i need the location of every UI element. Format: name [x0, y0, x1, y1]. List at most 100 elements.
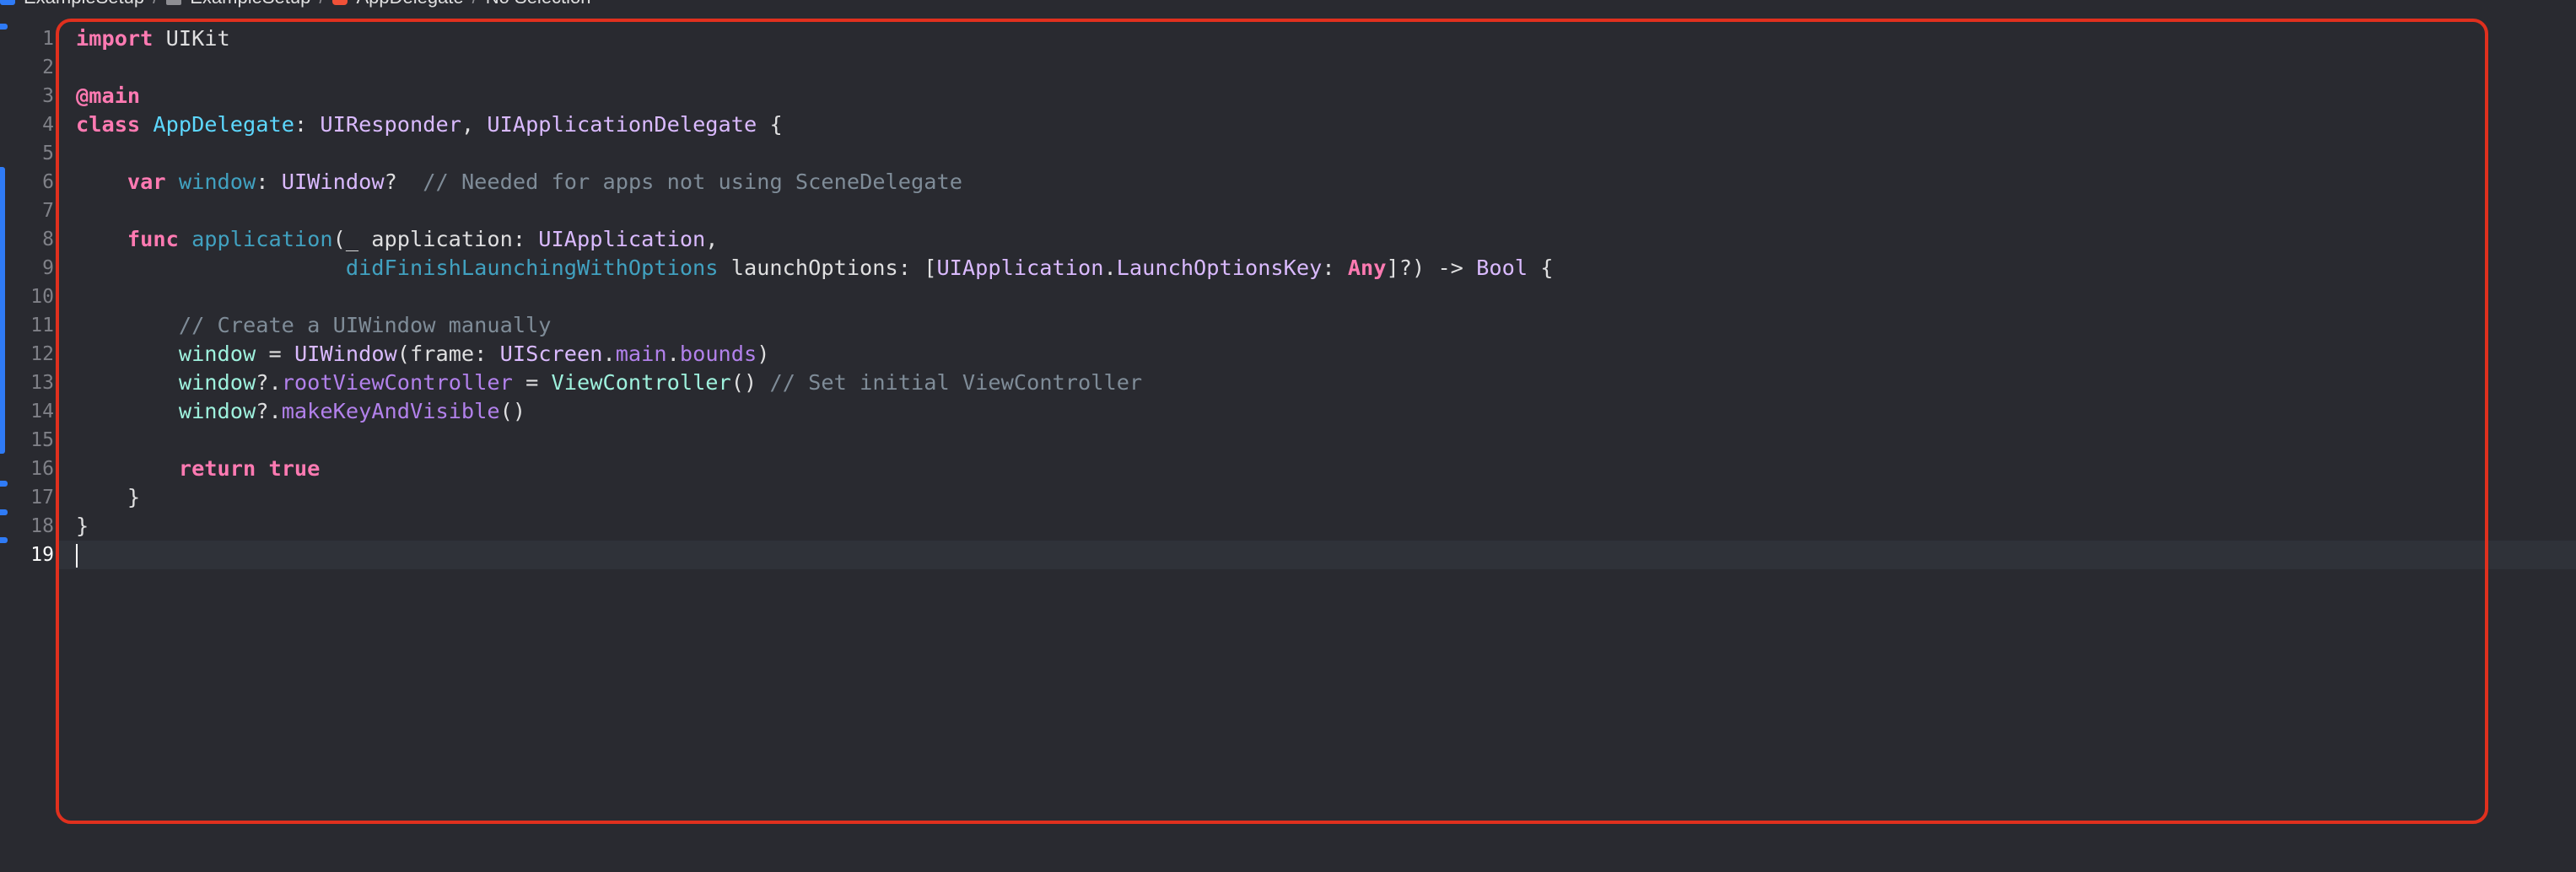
xcode-project-icon — [0, 0, 15, 5]
line-number[interactable]: 16 — [0, 455, 56, 483]
code-token: didFinishLaunchingWithOptions — [345, 256, 719, 280]
code-token: UIResponder — [320, 112, 461, 137]
code-line[interactable]: window = UIWindow(frame: UIScreen.main.b… — [76, 340, 1554, 369]
code-token: window — [178, 342, 256, 366]
line-number[interactable]: 11 — [0, 311, 56, 340]
code-token: ?. — [256, 399, 282, 423]
code-token: () — [730, 370, 770, 395]
line-number[interactable]: 8 — [0, 225, 56, 254]
line-number[interactable]: 14 — [0, 397, 56, 426]
code-token: () — [499, 399, 526, 423]
code-token: launchOptions: [ — [718, 256, 937, 280]
code-line[interactable]: func application(_ application: UIApplic… — [76, 225, 1554, 254]
code-line[interactable]: class AppDelegate: UIResponder, UIApplic… — [76, 110, 1554, 139]
code-line[interactable]: return true — [76, 455, 1554, 483]
code-token: main — [615, 342, 667, 366]
code-token: : — [1322, 256, 1348, 280]
line-number[interactable]: 19 — [0, 541, 56, 569]
code-token: // Create a UIWindow manually — [178, 313, 552, 337]
line-number[interactable]: 2 — [0, 53, 56, 82]
code-token: return — [178, 456, 256, 481]
line-number[interactable]: 17 — [0, 483, 56, 512]
breadcrumb-separator: / — [472, 0, 477, 8]
code-token: ) — [757, 342, 770, 366]
line-number[interactable]: 1 — [0, 24, 56, 53]
code-token: UIKit — [153, 26, 230, 51]
code-line[interactable] — [76, 139, 1554, 168]
code-token: . — [666, 342, 680, 366]
breadcrumb-project[interactable]: ExampleSetup — [24, 0, 144, 8]
code-token: } — [76, 485, 141, 509]
code-token: window — [178, 399, 256, 423]
line-number[interactable]: 10 — [0, 283, 56, 311]
code-token: true — [268, 456, 321, 481]
code-token: : — [256, 170, 282, 194]
breadcrumb-separator: / — [153, 0, 158, 8]
code-line[interactable]: var window: UIWindow? // Needed for apps… — [76, 168, 1554, 196]
code-token: var — [127, 170, 166, 194]
code-token: . — [1103, 256, 1117, 280]
code-token: @main — [76, 83, 141, 108]
code-line[interactable]: didFinishLaunchingWithOptions launchOpti… — [76, 254, 1554, 283]
code-token: : — [294, 112, 321, 137]
code-line[interactable] — [76, 426, 1554, 455]
line-number[interactable]: 3 — [0, 82, 56, 110]
code-editor[interactable]: ExampleSetup / ExampleSetup / AppDelegat… — [0, 0, 2576, 872]
code-token: UIApplicationDelegate — [487, 112, 757, 137]
code-line[interactable]: } — [76, 512, 1554, 541]
code-line[interactable]: @main — [76, 82, 1554, 110]
line-number[interactable]: 4 — [0, 110, 56, 139]
line-number[interactable]: 7 — [0, 196, 56, 225]
code-line[interactable] — [76, 196, 1554, 225]
line-number[interactable]: 13 — [0, 369, 56, 397]
code-token: UIApplication — [538, 227, 706, 251]
code-token: (_ application: — [332, 227, 539, 251]
code-line[interactable]: // Create a UIWindow manually — [76, 311, 1554, 340]
breadcrumb-selection[interactable]: No Selection — [486, 0, 591, 8]
text-cursor — [76, 544, 78, 568]
line-number[interactable]: 5 — [0, 139, 56, 168]
code-text-area[interactable]: import UIKit @main class AppDelegate: UIR… — [76, 24, 1554, 569]
code-token: { — [1528, 256, 1554, 280]
code-token: UIApplication — [936, 256, 1104, 280]
code-line[interactable] — [76, 283, 1554, 311]
code-token: makeKeyAndVisible — [281, 399, 500, 423]
line-number[interactable]: 9 — [0, 254, 56, 283]
code-line[interactable]: window?.makeKeyAndVisible() — [76, 397, 1554, 426]
code-token: ViewController — [551, 370, 731, 395]
code-token: = — [512, 370, 552, 395]
code-token: UIWindow — [294, 342, 397, 366]
line-number-gutter[interactable]: 1 2 3 4 5 6 7 8 9 10 11 12 13 14 15 16 17 18 19 — [0, 24, 56, 569]
code-token: } — [76, 514, 89, 538]
code-token: ]?) -> — [1386, 256, 1477, 280]
code-token: , — [705, 227, 719, 251]
breadcrumb-separator: / — [319, 0, 324, 8]
line-number[interactable]: 12 — [0, 340, 56, 369]
code-line[interactable]: window?.rootViewController = ViewControl… — [76, 369, 1554, 397]
code-token: rootViewController — [281, 370, 513, 395]
code-token: window — [178, 170, 256, 194]
code-line[interactable] — [76, 541, 1554, 569]
line-number[interactable]: 15 — [0, 426, 56, 455]
code-token: ?. — [256, 370, 282, 395]
code-line[interactable] — [76, 53, 1554, 82]
breadcrumb-group[interactable]: ExampleSetup — [190, 0, 310, 8]
code-token: class — [76, 112, 141, 137]
line-number[interactable]: 6 — [0, 168, 56, 196]
line-number[interactable]: 18 — [0, 512, 56, 541]
code-line[interactable]: import UIKit — [76, 24, 1554, 53]
breadcrumb-file[interactable]: AppDelegate — [356, 0, 463, 8]
code-line[interactable]: } — [76, 483, 1554, 512]
code-token: Any — [1347, 256, 1387, 280]
code-token: = — [256, 342, 294, 366]
code-token: (frame: — [396, 342, 500, 366]
